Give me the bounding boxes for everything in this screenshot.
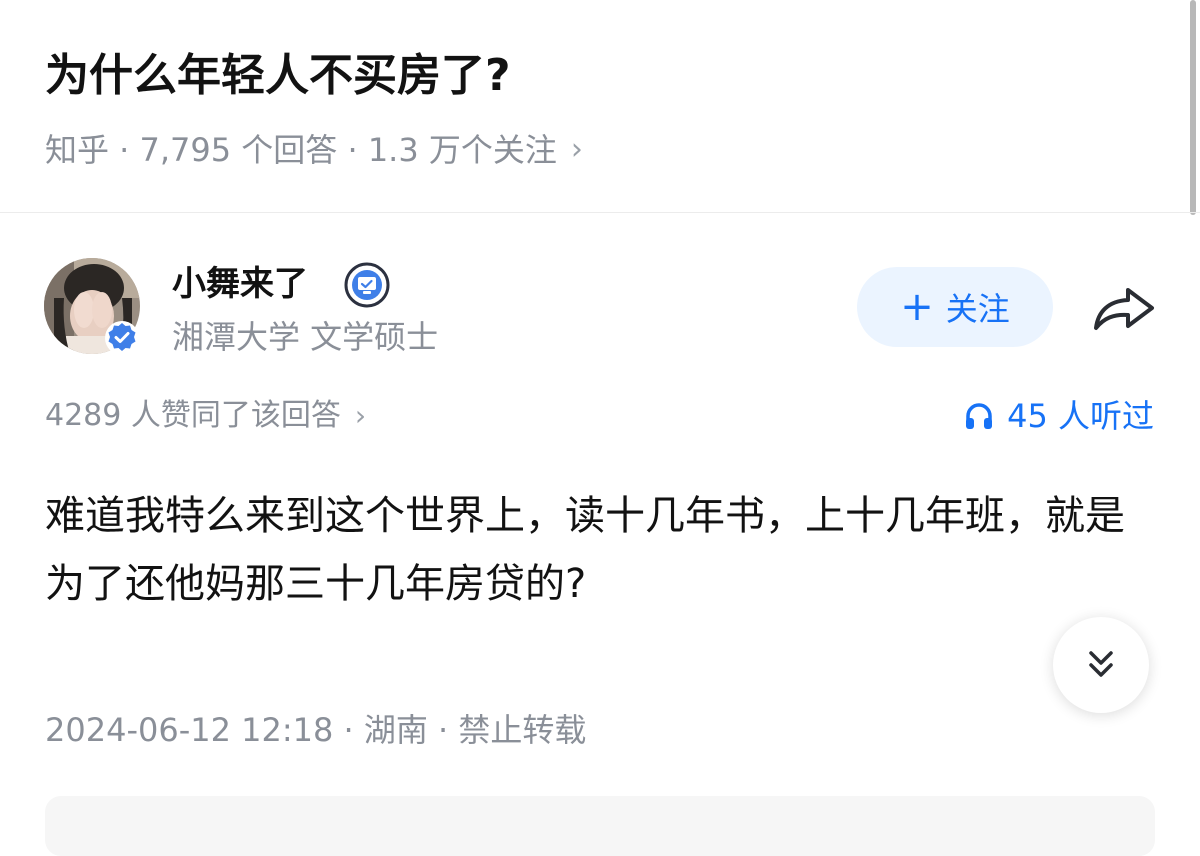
verified-check-icon <box>104 320 140 356</box>
author-description: 湘潭大学 文学硕士 <box>172 318 439 356</box>
listen-count[interactable]: 45 人听过 <box>963 396 1154 436</box>
answer-content: 难道我特么来到这个世界上，读十几年书，上十几年班，就是为了还他妈那三十几年房贷的… <box>45 493 1125 607</box>
approve-count[interactable]: 4289 人赞同了该回答 › <box>45 396 366 436</box>
comment-card[interactable] <box>45 796 1155 856</box>
question-title[interactable]: 为什么年轻人不买房了? <box>45 46 511 106</box>
scrollbar[interactable] <box>1190 0 1196 215</box>
answer-meta: 2024-06-12 12:18 · 湖南 · 禁止转载 <box>45 711 587 749</box>
author-name[interactable]: 小舞来了 <box>172 262 308 306</box>
follow-button-label: 关注 <box>945 290 1010 328</box>
follow-button[interactable]: + 关注 <box>857 267 1053 347</box>
double-chevron-down-icon <box>1089 651 1113 677</box>
plus-icon: + <box>900 284 934 330</box>
collapse-answer-button[interactable] <box>1053 617 1149 713</box>
chevron-right-icon: › <box>354 399 367 432</box>
approve-count-text: 4289 人赞同了该回答 <box>45 398 341 433</box>
divider <box>0 212 1200 213</box>
question-meta[interactable]: 知乎 · 7,795 个回答 · 1.3 万个关注 › <box>45 130 583 170</box>
question-meta-text: 知乎 · 7,795 个回答 · 1.3 万个关注 <box>45 131 557 169</box>
chevron-right-icon: › <box>570 132 583 167</box>
listen-count-text: 45 人听过 <box>1007 397 1154 435</box>
headphones-icon <box>966 403 993 429</box>
share-arrow-icon[interactable] <box>1092 284 1156 332</box>
creator-badge-icon[interactable] <box>344 262 390 308</box>
